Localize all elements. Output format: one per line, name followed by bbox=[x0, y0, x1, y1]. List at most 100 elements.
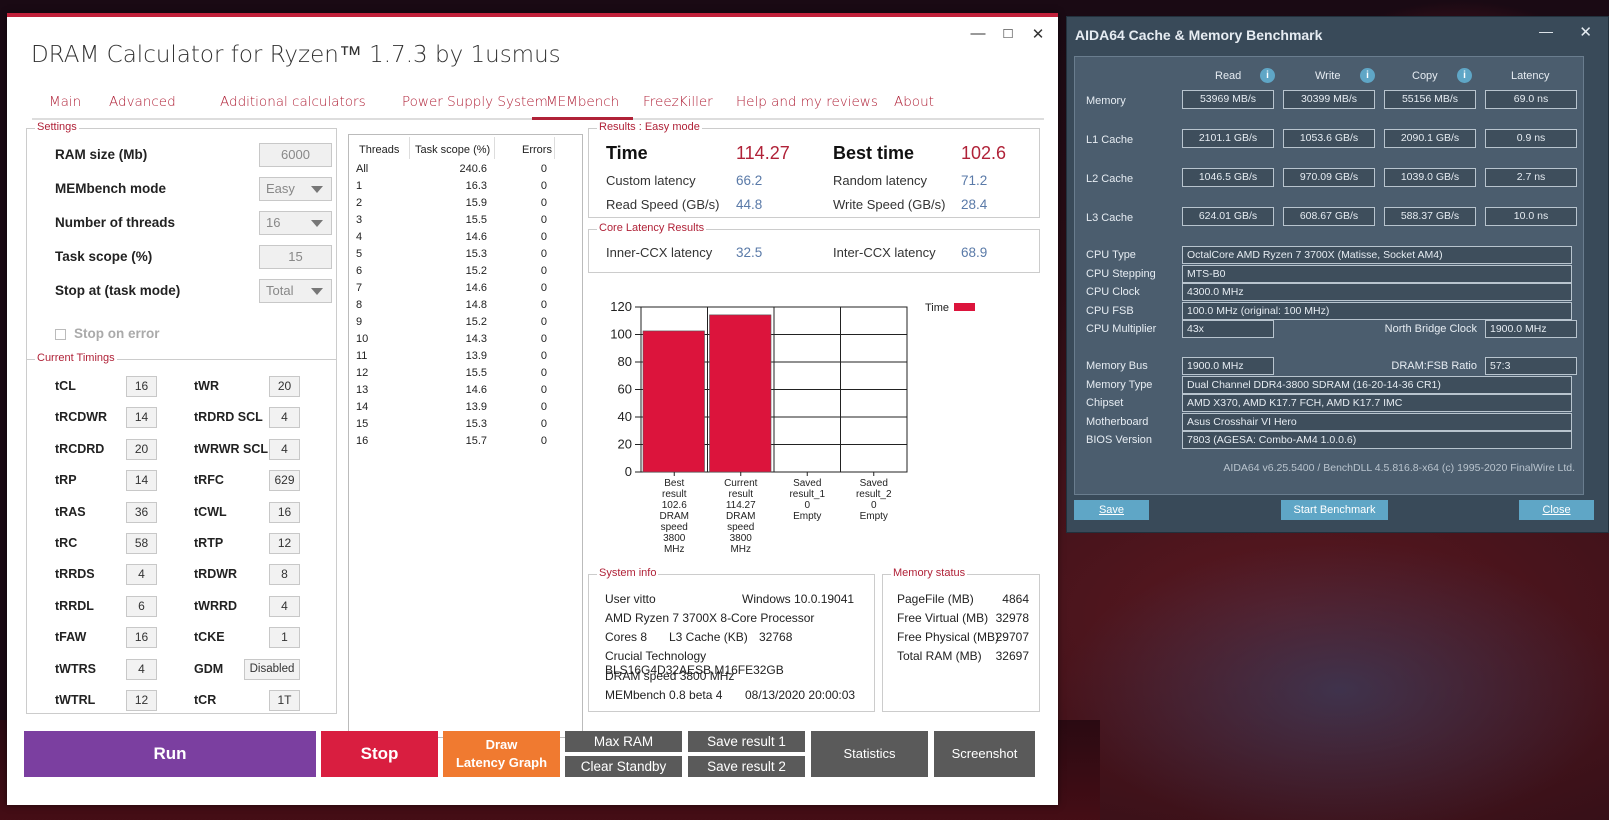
checkbox-box[interactable] bbox=[55, 328, 66, 340]
aida-info-value: 1900.0 MHz bbox=[1182, 357, 1274, 375]
memory-status-value: 4864 bbox=[1002, 592, 1029, 606]
minimize-button[interactable]: — bbox=[970, 25, 986, 43]
best-time-value: 102.6 bbox=[961, 143, 1007, 163]
stop-at-select[interactable]: Total bbox=[259, 279, 332, 303]
screenshot-button[interactable]: Screenshot bbox=[934, 731, 1035, 777]
save-result-1-button[interactable]: Save result 1 bbox=[688, 731, 805, 752]
timing-value[interactable]: 16 bbox=[269, 501, 300, 523]
aida-result-value: 608.67 GB/s bbox=[1283, 207, 1375, 226]
info-icon[interactable]: i bbox=[1260, 68, 1275, 83]
start-benchmark-button[interactable]: Start Benchmark bbox=[1281, 500, 1388, 520]
timing-label: tCR bbox=[194, 693, 217, 707]
timing-value[interactable]: 20 bbox=[126, 438, 157, 460]
x-tick-label: 114.27 bbox=[726, 500, 756, 511]
thread-errors: 0 bbox=[540, 197, 547, 209]
clear-standby-button[interactable]: Clear Standby bbox=[565, 756, 682, 777]
timing-label: tRFC bbox=[194, 473, 224, 488]
legend-swatch bbox=[954, 303, 975, 311]
y-tick-label: 100 bbox=[610, 327, 632, 342]
timing-value[interactable]: 1T bbox=[269, 690, 300, 711]
thread-scope: 14.6 bbox=[465, 231, 487, 243]
timing-value[interactable]: 4 bbox=[269, 407, 300, 429]
thread-errors: 0 bbox=[540, 418, 547, 430]
tab-membench[interactable]: MEMbench bbox=[532, 93, 634, 120]
aida-save-button[interactable]: Save bbox=[1074, 500, 1149, 520]
timing-value[interactable]: 20 bbox=[269, 376, 300, 397]
aida-info-value: AMD X370, AMD K17.7 FCH, AMD K17.7 IMC bbox=[1182, 394, 1572, 412]
stop-at-value: Total bbox=[266, 283, 294, 298]
timing-value[interactable]: 36 bbox=[126, 501, 157, 523]
thread-id: 9 bbox=[356, 316, 363, 328]
x-tick-label: DRAM bbox=[660, 511, 689, 522]
aida-info-value: Asus Crosshair VI Hero bbox=[1182, 413, 1572, 431]
tab-help-and-reviews[interactable]: Help and my reviews bbox=[736, 93, 878, 120]
timing-value[interactable]: 4 bbox=[126, 658, 157, 680]
timing-value[interactable]: 1 bbox=[269, 627, 300, 649]
draw-latency-graph-button[interactable]: Draw Latency Graph bbox=[443, 731, 560, 777]
thread-errors: 0 bbox=[540, 265, 547, 277]
max-ram-button[interactable]: Max RAM bbox=[565, 731, 682, 752]
thread-row: 5 15.3 0 bbox=[349, 248, 582, 265]
tab-main[interactable]: Main bbox=[49, 93, 81, 120]
tab-power-supply-system[interactable]: Power Supply System bbox=[402, 93, 548, 120]
y-tick-label: 60 bbox=[618, 382, 632, 397]
core-latency-label: Core Latency Results bbox=[597, 222, 707, 234]
timing-label: tRP bbox=[55, 473, 77, 488]
tab-freezkiller[interactable]: FreezKiller bbox=[643, 93, 713, 120]
aida-close-bottom-button[interactable]: Close bbox=[1519, 500, 1594, 520]
timing-value[interactable]: 14 bbox=[126, 407, 157, 429]
timing-value[interactable]: 4 bbox=[126, 564, 157, 586]
aida-info-value: MTS-B0 bbox=[1182, 265, 1572, 283]
maximize-button[interactable]: □ bbox=[1000, 25, 1016, 43]
tab-about[interactable]: About bbox=[894, 93, 934, 120]
stop-at-label: Stop at (task mode) bbox=[55, 283, 181, 298]
aida-row-label: L2 Cache bbox=[1086, 173, 1134, 185]
timing-value[interactable]: 16 bbox=[126, 627, 157, 649]
timing-value[interactable]: 8 bbox=[269, 564, 300, 586]
settings-group: Settings RAM size (Mb) 6000 MEMbench mod… bbox=[26, 121, 337, 360]
aida-column-header: Latency bbox=[1511, 70, 1550, 82]
tab-advanced[interactable]: Advanced bbox=[109, 93, 176, 120]
statistics-button[interactable]: Statistics bbox=[811, 731, 928, 777]
aida-result-value: 30399 MB/s bbox=[1283, 90, 1375, 109]
info-icon[interactable]: i bbox=[1360, 68, 1375, 83]
cpu-text: AMD Ryzen 7 3700X 8-Core Processor bbox=[605, 611, 815, 625]
timing-value[interactable]: 12 bbox=[126, 690, 157, 711]
thread-scope: 15.3 bbox=[465, 248, 487, 260]
timing-value[interactable]: 16 bbox=[126, 376, 157, 397]
stop-button[interactable]: Stop bbox=[321, 731, 438, 777]
timing-value[interactable]: 4 bbox=[269, 595, 300, 617]
aida-close-button[interactable]: ✕ bbox=[1579, 23, 1592, 41]
best-time-label: Best time bbox=[833, 143, 915, 163]
timing-value[interactable]: 4 bbox=[269, 438, 300, 460]
thread-errors: 0 bbox=[540, 384, 547, 396]
membench-mode-select[interactable]: Easy bbox=[259, 177, 332, 201]
thread-errors: 0 bbox=[540, 333, 547, 345]
info-icon[interactable]: i bbox=[1457, 68, 1472, 83]
thread-id: 14 bbox=[356, 401, 369, 413]
close-button[interactable]: ✕ bbox=[1030, 25, 1046, 43]
aida-info-value: Dual Channel DDR4-3800 SDRAM (16-20-14-3… bbox=[1182, 376, 1572, 394]
thread-id: 8 bbox=[356, 299, 363, 311]
timing-value[interactable]: 629 bbox=[269, 470, 300, 492]
timing-value[interactable]: 12 bbox=[269, 533, 300, 554]
tab-additional-calculators[interactable]: Additional calculators bbox=[220, 93, 366, 120]
timing-value[interactable]: 14 bbox=[126, 470, 157, 492]
timing-value[interactable]: 58 bbox=[126, 533, 157, 554]
task-scope-label: Task scope (%) bbox=[55, 249, 153, 264]
membench-version-text: MEMbench 0.8 beta 4 bbox=[605, 688, 723, 702]
ram-size-field[interactable]: 6000 bbox=[259, 143, 332, 167]
membench-mode-value: Easy bbox=[266, 181, 295, 196]
save-result-2-button[interactable]: Save result 2 bbox=[688, 756, 805, 777]
stop-on-error-checkbox[interactable]: Stop on error bbox=[55, 326, 160, 341]
task-scope-field[interactable]: 15 bbox=[259, 245, 332, 269]
threads-table: Threads Task scope (%) Errors All 240.6 0 1… bbox=[348, 134, 583, 738]
y-tick-label: 40 bbox=[618, 409, 632, 424]
timing-value[interactable]: 6 bbox=[126, 595, 157, 617]
memory-status-group: Memory status PageFile (MB) 4864 Free Virt… bbox=[882, 567, 1040, 712]
timing-value[interactable]: Disabled bbox=[244, 658, 300, 680]
run-button[interactable]: Run bbox=[24, 731, 316, 777]
aida-minimize-button[interactable]: — bbox=[1539, 23, 1553, 39]
threads-select[interactable]: 16 bbox=[259, 211, 332, 235]
thread-scope: 13.9 bbox=[465, 350, 487, 362]
